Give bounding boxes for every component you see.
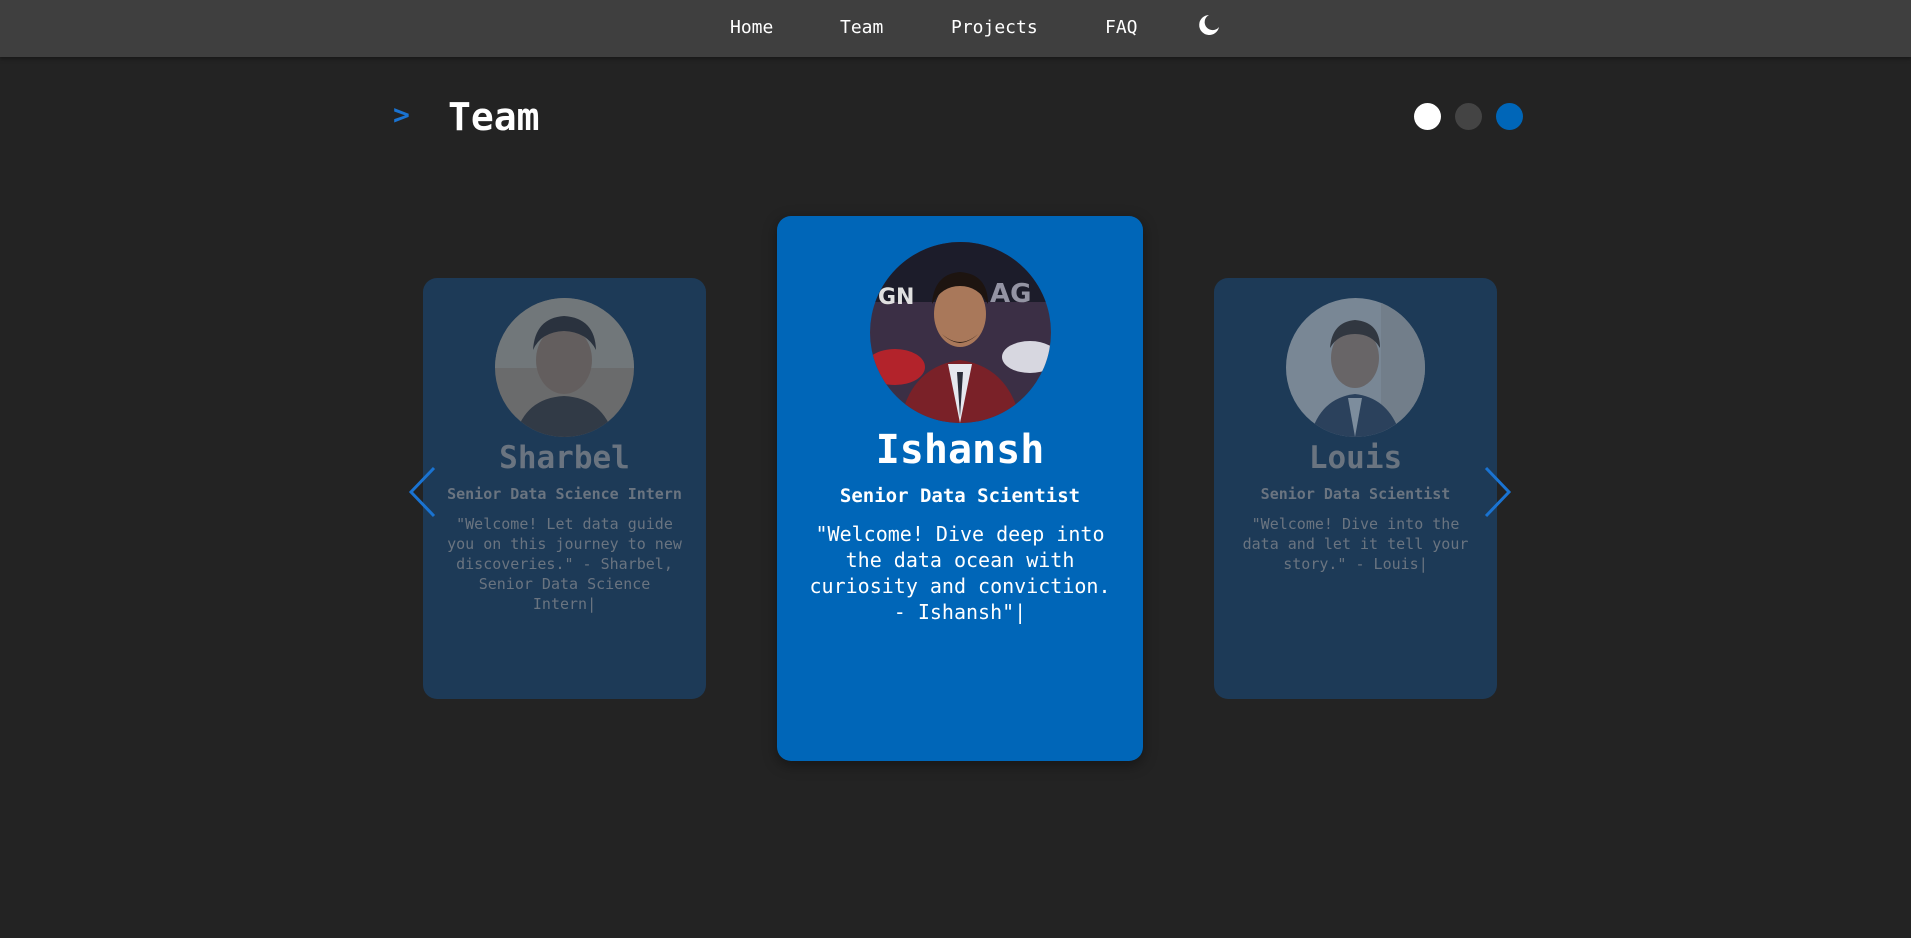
navbar: Home Team Projects FAQ <box>0 0 1911 57</box>
avatar <box>495 298 634 437</box>
avatar <box>1286 298 1425 437</box>
section-arrow: > <box>393 98 410 131</box>
member-role: Senior Data Scientist <box>1260 485 1451 503</box>
page-title: Team <box>448 95 540 139</box>
avatar: GN AG <box>870 242 1051 423</box>
nav-link-home[interactable]: Home <box>730 17 773 39</box>
member-quote: "Welcome! Let data guide you on this jou… <box>447 515 682 613</box>
chevron-left-icon[interactable] <box>408 466 438 518</box>
member-role: Senior Data Scientist <box>839 485 1081 507</box>
chevron-right-icon[interactable] <box>1482 466 1512 518</box>
nav-link-team[interactable]: Team <box>840 17 883 39</box>
member-name: Sharbel <box>499 440 630 476</box>
team-card-sharbel[interactable]: Sharbel Senior Data Science Intern "Welc… <box>423 278 706 699</box>
member-role: Senior Data Science Intern <box>447 485 682 503</box>
pagination-dot-1[interactable] <box>1414 103 1441 130</box>
moon-icon[interactable] <box>1197 13 1221 37</box>
svg-text:AG: AG <box>990 279 1031 309</box>
nav-link-faq[interactable]: FAQ <box>1105 17 1138 39</box>
member-name: Ishansh <box>875 427 1045 473</box>
svg-text:GN: GN <box>878 285 914 310</box>
member-quote: "Welcome! Dive deep into the data ocean … <box>809 522 1111 624</box>
pagination-dot-2[interactable] <box>1455 103 1482 130</box>
pagination-dot-3[interactable] <box>1496 103 1523 130</box>
nav-link-projects[interactable]: Projects <box>951 17 1038 39</box>
member-quote: "Welcome! Dive into the data and let it … <box>1242 515 1469 573</box>
team-card-ishansh[interactable]: GN AG Ishansh Senior Data Scientist "Wel… <box>777 216 1143 761</box>
team-card-louis[interactable]: Louis Senior Data Scientist "Welcome! Di… <box>1214 278 1497 699</box>
member-name: Louis <box>1308 440 1403 476</box>
